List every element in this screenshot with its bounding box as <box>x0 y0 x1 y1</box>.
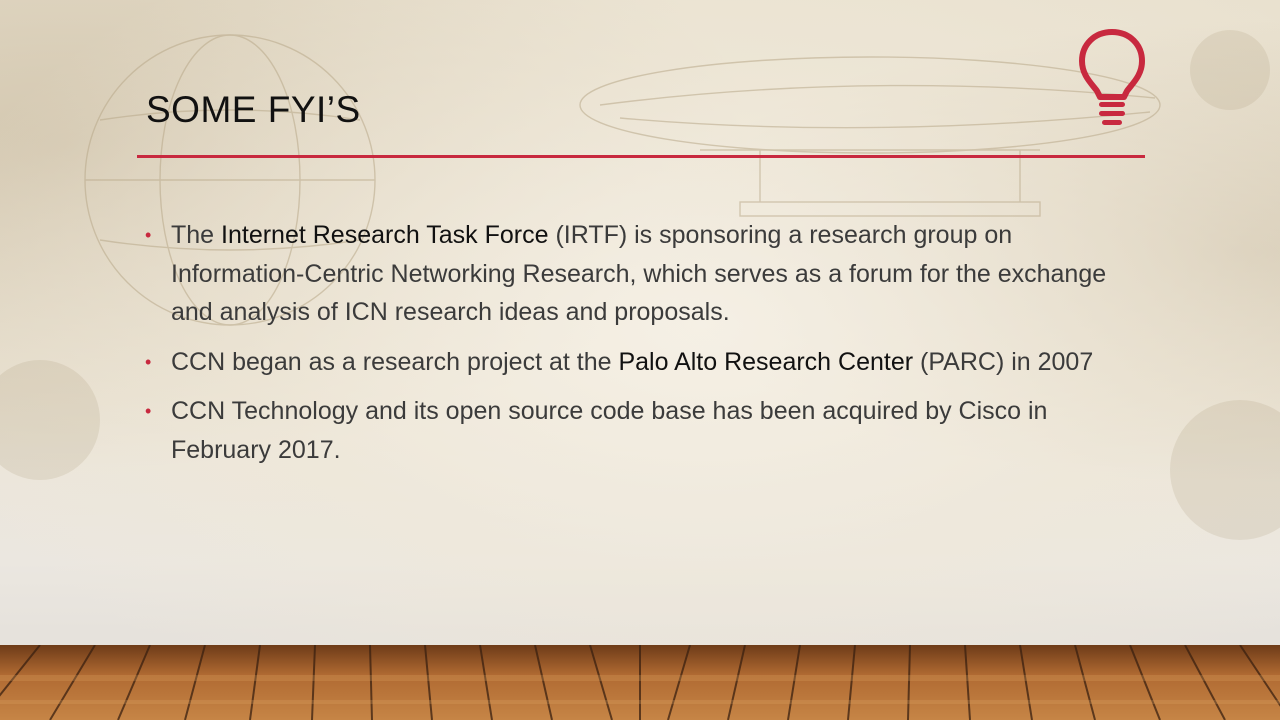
lightbulb-icon <box>1079 29 1145 125</box>
bullet-text-highlight: Internet Research Task Force <box>221 221 549 249</box>
bullet-text-pre: CCN began as a research project at the <box>171 347 619 376</box>
bullet-dot-icon: • <box>145 225 152 245</box>
slide-title: SOME FYI’S <box>146 89 361 130</box>
bullet-dot-icon: • <box>145 401 152 421</box>
bullet-item: • CCN began as a research project at the… <box>145 343 1130 382</box>
slide: SOME FYI’S • The Internet Research Task … <box>0 0 1280 720</box>
bullet-item: • CCN Technology and its open source cod… <box>145 392 1130 469</box>
bullet-text-highlight: Palo Alto Research Center <box>618 347 914 376</box>
bullet-item: • The Internet Research Task Force (IRTF… <box>145 216 1130 332</box>
bullet-text-post: (PARC) in 2007 <box>913 347 1094 376</box>
bullet-dot-icon: • <box>145 351 152 372</box>
title-underline <box>137 155 1145 158</box>
bullet-text-pre: The <box>171 221 222 249</box>
bullet-list: • The Internet Research Task Force (IRTF… <box>145 216 1130 480</box>
bullet-text-pre: CCN Technology and its open source code … <box>171 397 1048 464</box>
wooden-floor-icon <box>0 645 1280 720</box>
